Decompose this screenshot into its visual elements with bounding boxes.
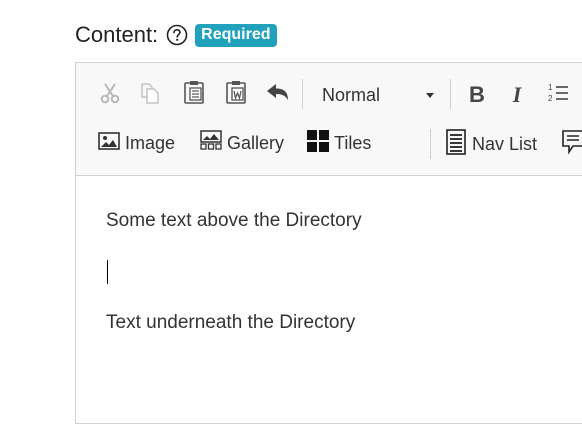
field-label: Content: xyxy=(75,22,159,47)
scissors-icon xyxy=(99,82,121,109)
toolbar-separator xyxy=(450,79,451,109)
format-select-value: Normal xyxy=(322,84,381,105)
toolbar-separator xyxy=(430,129,431,159)
tiles-button-label: Tiles xyxy=(334,132,372,153)
svg-text:2: 2 xyxy=(548,94,553,103)
italic-button[interactable]: I xyxy=(504,81,530,109)
copy-button[interactable] xyxy=(138,82,162,109)
insert-nav-list-button[interactable]: Nav List xyxy=(446,128,538,160)
insert-gallery-button[interactable]: Gallery xyxy=(200,129,285,157)
rich-text-editor: Normal B I 1 2 Image Gallery Tiles Nav L… xyxy=(75,62,582,424)
clipboard-word-icon xyxy=(225,80,247,109)
editor-content-area[interactable]: Some text above the Directory Text under… xyxy=(76,176,582,423)
clipboard-icon xyxy=(183,80,205,109)
speech-bubble-icon xyxy=(561,129,582,160)
question-circle-icon[interactable] xyxy=(166,24,188,46)
content-paragraph[interactable]: Text underneath the Directory xyxy=(106,312,355,334)
field-header: Content: Required xyxy=(75,20,277,50)
insert-image-button[interactable]: Image xyxy=(98,131,175,155)
chevron-down-icon xyxy=(426,93,434,98)
tiles-icon xyxy=(306,129,330,158)
numbered-list-icon: 1 2 xyxy=(547,82,569,109)
paste-button[interactable] xyxy=(182,80,206,109)
undo-arrow-icon xyxy=(265,82,291,109)
undo-button[interactable] xyxy=(264,83,292,107)
numbered-list-button[interactable]: 1 2 xyxy=(546,83,570,107)
required-badge: Required xyxy=(195,23,277,47)
gallery-icon xyxy=(200,129,222,157)
svg-text:1: 1 xyxy=(548,83,553,92)
comment-button[interactable] xyxy=(560,129,582,160)
gallery-button-label: Gallery xyxy=(227,132,285,153)
bold-button[interactable]: B xyxy=(464,81,490,109)
image-icon xyxy=(98,131,120,156)
content-paragraph[interactable]: Some text above the Directory xyxy=(106,210,362,232)
insert-tiles-button[interactable]: Tiles xyxy=(306,129,372,158)
image-button-label: Image xyxy=(125,132,176,153)
cut-button[interactable] xyxy=(98,82,122,109)
paste-from-word-button[interactable] xyxy=(224,80,248,109)
copy-icon xyxy=(139,82,161,109)
nav-list-button-label: Nav List xyxy=(472,133,538,154)
nav-list-icon xyxy=(446,128,466,160)
editor-toolbar: Normal B I 1 2 Image Gallery Tiles Nav L… xyxy=(76,63,582,176)
toolbar-separator xyxy=(302,79,303,109)
text-cursor xyxy=(107,260,108,284)
format-select[interactable]: Normal xyxy=(310,79,440,111)
